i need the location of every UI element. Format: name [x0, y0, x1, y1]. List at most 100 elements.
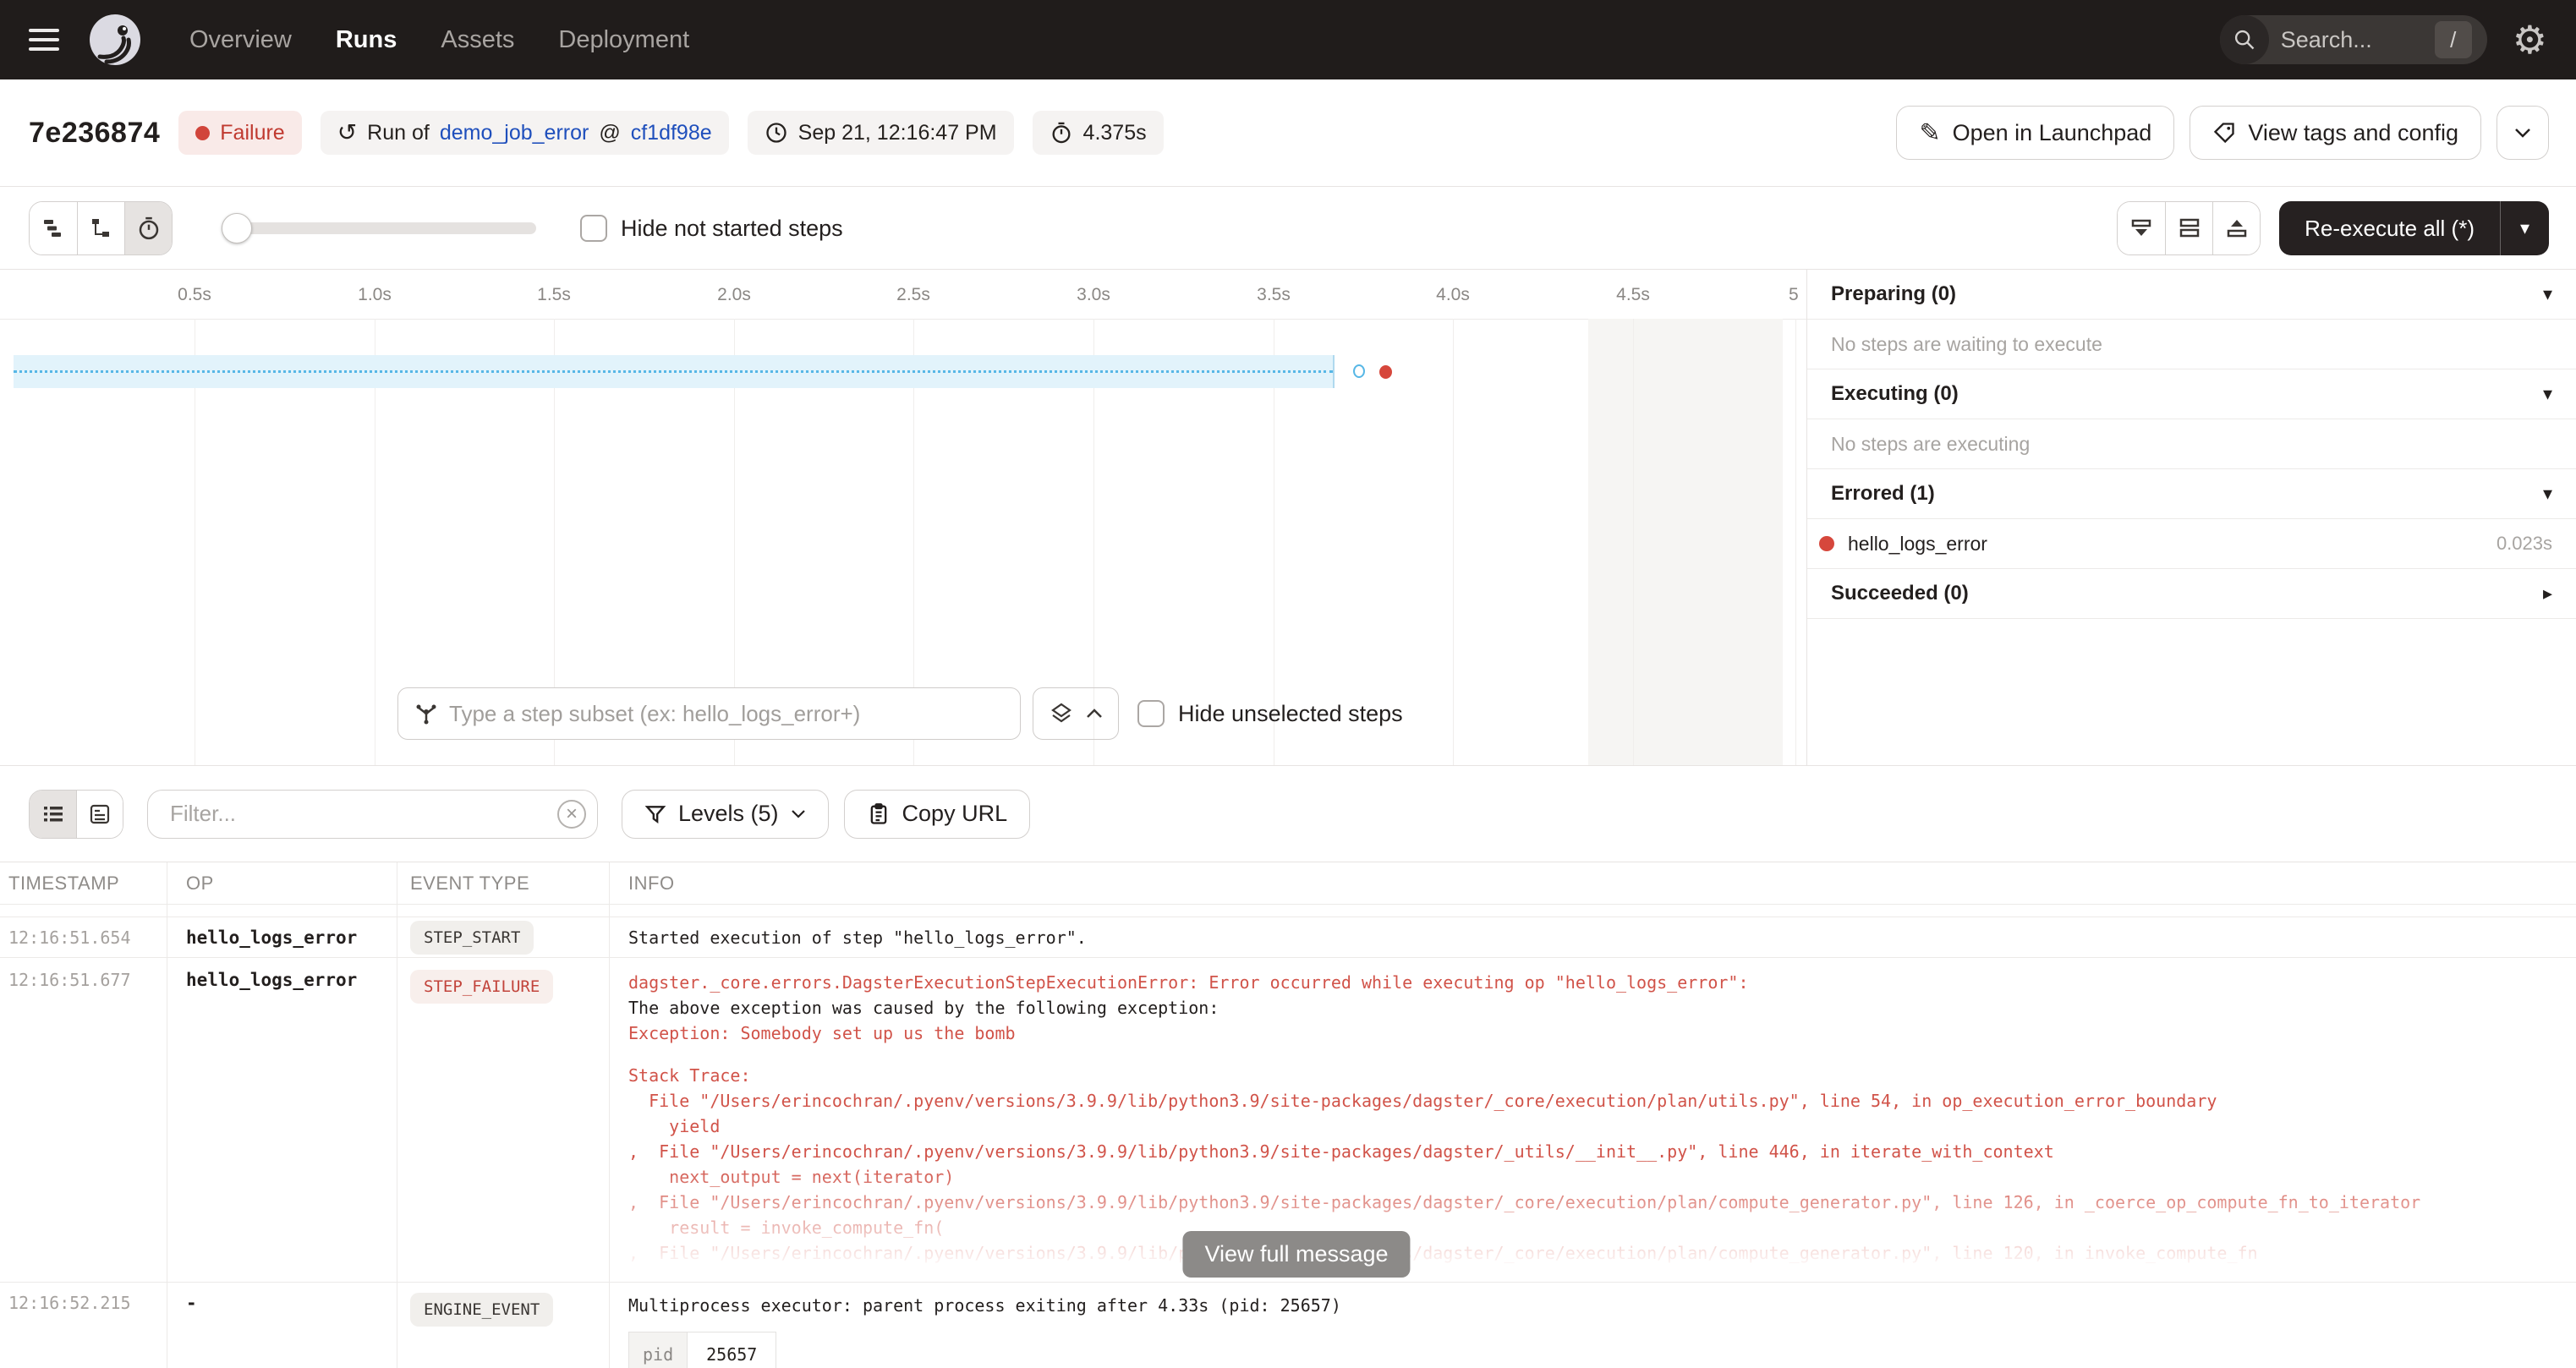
view-full-message-button[interactable]: View full message: [1182, 1231, 1410, 1278]
engine-event-info: Multiprocess executor: parent process ex…: [628, 1293, 2576, 1318]
axis-tick: 3.5s: [1257, 285, 1291, 305]
hide-unselected-checkbox[interactable]: [1137, 700, 1165, 727]
chevron-down-icon[interactable]: ▾: [2543, 383, 2552, 405]
stopwatch-icon: [1050, 121, 1073, 145]
event-type-badge: ENGINE_EVENT: [410, 1293, 553, 1327]
hamburger-menu-icon[interactable]: [29, 29, 59, 51]
copy-url-button[interactable]: Copy URL: [844, 790, 1031, 839]
panel-layout-toggle: [2117, 201, 2261, 255]
gantt-zoom-slider[interactable]: [222, 201, 536, 255]
run-header: 7e236874 Failure ↺ Run of demo_job_error…: [0, 79, 2576, 187]
log-row-step-start[interactable]: 12:16:51.654 hello_logs_error STEP_START…: [0, 917, 2576, 958]
chevron-down-icon[interactable]: ▾: [2543, 483, 2552, 505]
chevron-right-icon[interactable]: ▸: [2543, 583, 2552, 605]
tag-icon: [2212, 121, 2236, 145]
log-structured-view-button[interactable]: [76, 791, 123, 838]
log-table: TIMESTAMP OP EVENT TYPE INFO 12:16:51.65…: [0, 862, 2576, 1368]
step-status-panel: Preparing (0) ▾ No steps are waiting to …: [1806, 270, 2576, 765]
slider-knob[interactable]: [222, 213, 252, 244]
dagster-logo-icon[interactable]: [88, 13, 142, 67]
step-duration: 0.023s: [2497, 533, 2552, 555]
history-icon: ↺: [337, 121, 357, 145]
panel-section-preparing[interactable]: Preparing (0) ▾: [1807, 270, 2576, 320]
event-metadata-table: pid 25657: [628, 1332, 776, 1368]
reexecute-all-button[interactable]: Re-execute all (*) ▾: [2279, 201, 2549, 255]
run-id: 7e236874: [29, 117, 160, 150]
meta-value: 25657: [688, 1332, 776, 1368]
message-fade: [628, 1163, 2576, 1282]
open-launchpad-button[interactable]: ✎ Open in Launchpad: [1896, 106, 2174, 160]
view-tags-config-button[interactable]: View tags and config: [2190, 106, 2481, 160]
funnel-icon: [644, 803, 666, 825]
nav-links: Overview Runs Assets Deployment: [189, 26, 689, 54]
slider-track[interactable]: [222, 222, 536, 234]
gantt-chart[interactable]: 0.5s 1.0s 1.5s 2.0s 2.5s 3.0s 3.5s 4.0s …: [0, 270, 1806, 765]
levels-filter-button[interactable]: Levels (5): [622, 790, 829, 839]
duration-pill: 4.375s: [1033, 111, 1164, 155]
gear-icon[interactable]: ⚙: [2513, 20, 2547, 59]
snapshot-link[interactable]: cf1df98e: [631, 121, 712, 145]
axis-tick: 4.0s: [1436, 285, 1470, 305]
step-waiting-bar[interactable]: [14, 355, 1335, 388]
step-subset-input[interactable]: [449, 701, 1005, 727]
step-start-marker[interactable]: [1353, 364, 1365, 378]
global-search[interactable]: /: [2220, 15, 2487, 64]
panel-section-executing[interactable]: Executing (0) ▾: [1807, 369, 2576, 419]
collapse-down-button[interactable]: [2118, 202, 2165, 254]
pencil-icon: ✎: [1919, 118, 1940, 148]
log-toolbar: × Levels (5) Copy URL: [0, 765, 2576, 862]
chevron-down-icon[interactable]: ▾: [2543, 283, 2552, 305]
log-list-view-button[interactable]: [30, 791, 76, 838]
run-actions-dropdown-button[interactable]: [2497, 106, 2549, 160]
gantt-waterfall-view-button[interactable]: [77, 202, 124, 254]
clock-icon: [765, 121, 788, 145]
hide-not-started-label: Hide not started steps: [621, 216, 843, 242]
op-selector-icon: [414, 701, 439, 726]
clear-filter-icon[interactable]: ×: [557, 800, 586, 829]
errored-step-row[interactable]: hello_logs_error 0.023s: [1807, 519, 2576, 569]
error-dot-icon: [1819, 536, 1834, 551]
panel-section-errored[interactable]: Errored (1) ▾: [1807, 469, 2576, 519]
nav-runs[interactable]: Runs: [336, 26, 397, 54]
axis-line: [0, 319, 1806, 320]
collapse-up-button[interactable]: [2212, 202, 2260, 254]
job-link[interactable]: demo_job_error: [440, 121, 589, 145]
gantt-toolbar: Hide not started steps: [0, 188, 2576, 270]
nav-overview[interactable]: Overview: [189, 26, 292, 54]
log-filter[interactable]: ×: [147, 790, 598, 839]
dagster-run-page: Overview Runs Assets Deployment / ⚙ 7e23…: [0, 0, 2576, 1368]
nav-assets[interactable]: Assets: [441, 26, 514, 54]
layers-icon: [1049, 701, 1074, 726]
reexecute-dropdown-caret[interactable]: ▾: [2500, 201, 2549, 255]
hide-not-started-checkbox[interactable]: [580, 215, 607, 242]
search-input[interactable]: [2281, 27, 2416, 53]
failure-dot-icon: [195, 126, 210, 140]
split-view-button[interactable]: [2165, 202, 2212, 254]
panel-section-succeeded[interactable]: Succeeded (0) ▸: [1807, 569, 2576, 619]
step-selector-row: Hide unselected steps: [0, 687, 1806, 740]
col-info[interactable]: INFO: [610, 862, 2576, 904]
axis-tick: 5: [1789, 285, 1799, 305]
gantt-flat-view-button[interactable]: [30, 202, 77, 254]
log-table-header: TIMESTAMP OP EVENT TYPE INFO: [0, 862, 2576, 905]
axis-tick: 3.0s: [1077, 285, 1110, 305]
graph-query-toggle-button[interactable]: [1033, 687, 1119, 740]
run-of-pill: ↺ Run of demo_job_error @ cf1df98e: [321, 111, 729, 155]
chevron-up-icon: [1086, 709, 1103, 719]
step-waiting-dotted-line: [14, 370, 1333, 373]
gantt-timed-view-button[interactable]: [124, 202, 172, 254]
log-row-engine-event[interactable]: 12:16:52.215 - ENGINE_EVENT Multiprocess…: [0, 1283, 2576, 1368]
col-event-type[interactable]: EVENT TYPE: [397, 862, 610, 904]
log-filter-input[interactable]: [147, 790, 598, 839]
step-failure-marker[interactable]: [1379, 365, 1392, 379]
col-op[interactable]: OP: [167, 862, 397, 904]
col-timestamp[interactable]: TIMESTAMP: [0, 862, 167, 904]
chevron-down-icon: [791, 809, 806, 818]
axis-tick: 4.5s: [1616, 285, 1650, 305]
axis-tick: 1.5s: [537, 285, 571, 305]
search-shortcut-key: /: [2435, 21, 2472, 58]
axis-tick: 1.0s: [358, 285, 392, 305]
step-subset-inputwrap[interactable]: [397, 687, 1021, 740]
status-badge: Failure: [178, 111, 301, 155]
nav-deployment[interactable]: Deployment: [558, 26, 689, 54]
